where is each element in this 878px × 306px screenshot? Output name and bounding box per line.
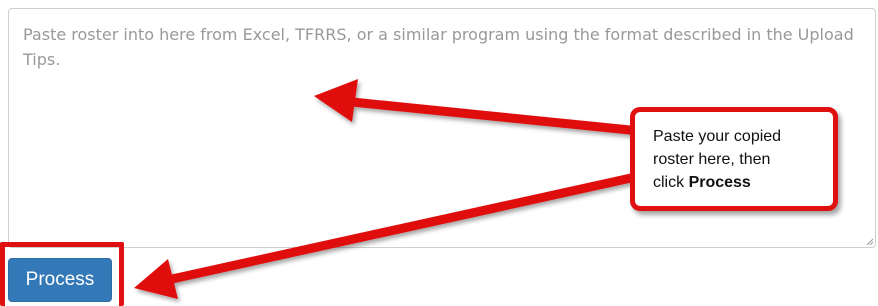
callout-line-2: roster here, then: [653, 151, 771, 168]
callout-line-3: click Process: [653, 171, 819, 194]
callout-line-1: Paste your copied: [653, 128, 782, 145]
instruction-callout: Paste your copied roster here, then clic…: [630, 107, 838, 211]
arrow-to-textarea: [314, 79, 641, 136]
arrow-to-process-button: [134, 171, 641, 299]
callout-line-3-prefix: click: [653, 174, 689, 191]
callout-process-keyword: Process: [688, 174, 751, 191]
